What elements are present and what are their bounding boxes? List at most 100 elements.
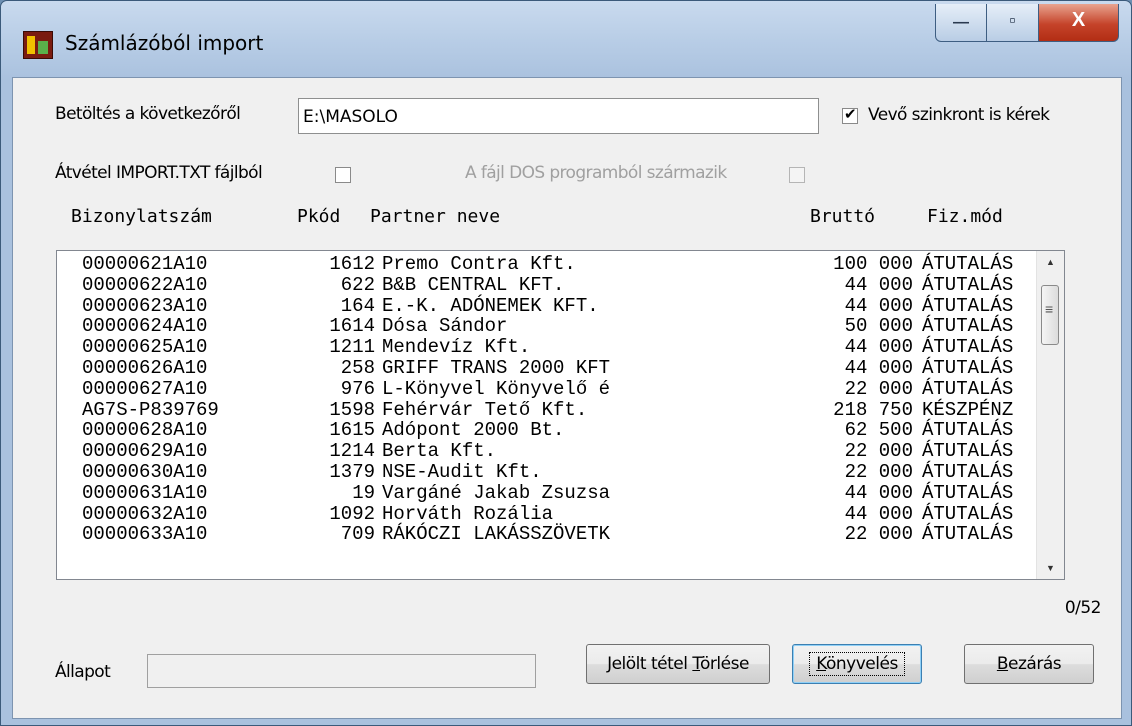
scroll-thumb[interactable] [1041, 285, 1059, 345]
table-cell: ÁTUTALÁS [922, 253, 1014, 275]
table-cell: B&B CENTRAL KFT. [382, 273, 565, 296]
table-cell: 00000623A10 [82, 294, 208, 317]
table-cell: 622 [340, 273, 375, 296]
app-icon [23, 31, 53, 59]
minimize-icon: — [953, 14, 969, 31]
table-cell: ÁTUTALÁS [922, 377, 1014, 400]
status-field [147, 654, 536, 688]
table-cell: ÁTUTALÁS [922, 273, 1014, 296]
table-cell: NSE-Audit Kft. [382, 460, 542, 483]
table-cell: 44 000 [844, 294, 913, 317]
maximize-icon: ▫ [1009, 10, 1016, 30]
maximize-button[interactable]: ▫ [987, 4, 1039, 42]
table-cell: 00000624A10 [82, 315, 208, 338]
table-cell: 1615 [329, 419, 375, 442]
table-cell: 1211 [329, 336, 375, 359]
table-cell: Fehérvár Tető Kft. [382, 398, 588, 421]
table-cell: ÁTUTALÁS [922, 481, 1014, 504]
header-pkod: Pkód [297, 206, 341, 227]
import-window: Számlázóból import — ▫ X Betöltés a köve… [0, 0, 1132, 726]
header-bizonylatszam: Bizonylatszám [71, 206, 212, 227]
minimize-button[interactable]: — [935, 4, 987, 42]
table-cell: 00000628A10 [82, 419, 208, 442]
table-cell: 1598 [329, 398, 375, 421]
table-cell: 00000629A10 [82, 440, 208, 463]
status-label: Állapot [55, 662, 111, 682]
table-cell: 22 000 [844, 460, 913, 483]
table-cell: Berta Kft. [382, 440, 497, 463]
window-title: Számlázóból import [65, 31, 264, 55]
table-cell: 19 [352, 481, 375, 504]
delete-selected-button[interactable]: Jelölt tétel Törlése [586, 644, 770, 684]
table-cell: E.-K. ADÓNEMEK KFT. [382, 294, 599, 317]
table-cell: 44 000 [844, 502, 913, 525]
table-cell: 00000625A10 [82, 336, 208, 359]
header-partner: Partner neve [370, 206, 501, 227]
table-cell: 00000631A10 [82, 481, 208, 504]
table-cell: ÁTUTALÁS [922, 419, 1014, 442]
path-input[interactable]: E:\MASOLO [298, 98, 819, 134]
table-cell: ÁTUTALÁS [922, 460, 1014, 483]
table-cell: 976 [340, 377, 375, 400]
table-cell: 22 000 [844, 523, 913, 546]
invoice-listbox[interactable]: 00000621A10 1612 Premo Contra Kft. 100 000 Á… [56, 250, 1065, 580]
table-cell: 44 000 [844, 481, 913, 504]
table-cell: 44 000 [844, 273, 913, 296]
table-cell: ÁTUTALÁS [922, 294, 1014, 317]
table-cell: 218 750 [833, 398, 913, 421]
table-cell: 00000630A10 [82, 460, 208, 483]
table-cell: Premo Contra Kft. [382, 253, 576, 275]
scroll-up-icon[interactable]: ▲ [1037, 251, 1064, 273]
table-cell: Mendevíz Kft. [382, 336, 531, 359]
table-cell: 00000626A10 [82, 356, 208, 379]
table-cell: Vargáné Jakab Zsuzsa [382, 481, 611, 504]
dialog-body: Betöltés a következőről E:\MASOLO Vevő s… [12, 77, 1122, 719]
import-txt-checkbox[interactable] [335, 167, 351, 183]
sync-checkbox[interactable] [842, 105, 858, 124]
dos-checkbox[interactable] [789, 167, 805, 183]
table-cell: 00000633A10 [82, 523, 208, 546]
table-cell: 100 000 [833, 253, 913, 275]
vertical-scrollbar[interactable]: ▲ ▼ [1036, 251, 1064, 579]
table-cell: 44 000 [844, 336, 913, 359]
header-fizmod: Fiz.mód [927, 206, 1003, 227]
table-cell: 258 [340, 356, 375, 379]
table-cell: 62 500 [844, 419, 913, 442]
table-cell: ÁTUTALÁS [922, 440, 1014, 463]
post-hotkey: K [816, 654, 826, 674]
delete-selected-hotkey: T [692, 654, 701, 674]
table-cell: L-Könyvel Könyvelő é [382, 377, 611, 400]
close-window-button[interactable]: X [1039, 4, 1119, 42]
table-cell: 709 [340, 523, 375, 546]
sync-label: Vevő szinkront is kérek [868, 105, 1050, 125]
table-cell: 1614 [329, 315, 375, 338]
table-cell: ÁTUTALÁS [922, 502, 1014, 525]
close-button[interactable]: Bezárás [964, 644, 1094, 684]
record-counter: 0/52 [1064, 598, 1102, 618]
table-cell: RÁKÓCZI LAKÁSSZÖVETK [382, 523, 611, 546]
table-cell: 1612 [329, 253, 375, 275]
dos-label: A fájl DOS programból származik [465, 163, 727, 183]
table-cell: AG7S-P839769 [82, 398, 219, 421]
table-cell: Horváth Rozália [382, 502, 554, 525]
post-button[interactable]: Könyvelés [792, 644, 922, 684]
table-cell: 22 000 [844, 440, 913, 463]
scroll-down-icon[interactable]: ▼ [1037, 557, 1064, 579]
table-cell: ÁTUTALÁS [922, 523, 1014, 546]
table-cell: KÉSZPÉNZ [922, 398, 1014, 421]
table-cell: 00000621A10 [82, 253, 208, 275]
close-label-rest: ezárás [1008, 654, 1062, 674]
table-cell: 44 000 [844, 356, 913, 379]
delete-selected-label-pre: Jelölt tétel [607, 654, 693, 674]
import-txt-label: Átvétel IMPORT.TXT fájlból [55, 163, 263, 183]
table-cell: 00000632A10 [82, 502, 208, 525]
table-cell: 00000627A10 [82, 377, 208, 400]
table-cell: ÁTUTALÁS [922, 315, 1014, 338]
close-icon: X [1071, 9, 1086, 31]
table-cell: 00000622A10 [82, 273, 208, 296]
delete-selected-label-post: örlése [700, 654, 749, 674]
post-label-rest: önyvelés [826, 654, 898, 674]
table-cell: 1214 [329, 440, 375, 463]
path-label: Betöltés a következőről [55, 104, 241, 124]
title-bar[interactable]: Számlázóból import — ▫ X [1, 1, 1131, 81]
